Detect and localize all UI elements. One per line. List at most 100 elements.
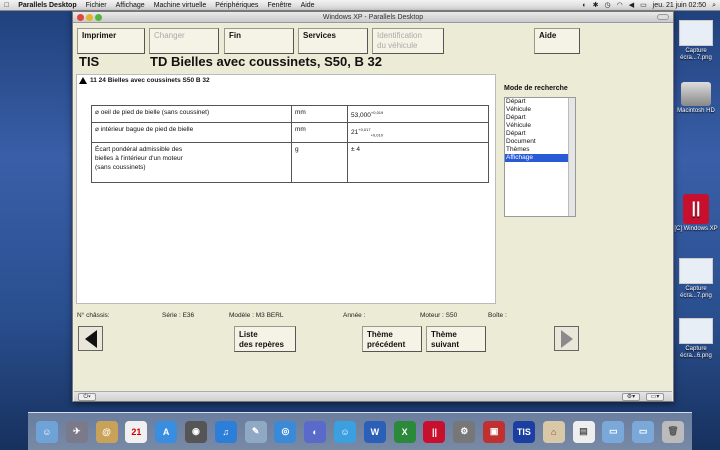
table-row: ⌀ oeil de pied de bielle (sans coussinet… (91, 104, 489, 124)
system-preferences-icon[interactable]: ⚙ (453, 420, 476, 443)
table-row: ⌀ intérieur bague de pied de bielle mm 2… (91, 122, 489, 143)
menu-affichage[interactable]: Affichage (116, 0, 145, 11)
menu-parallels-desktop[interactable]: Parallels Desktop (18, 0, 76, 11)
annee-label: Année : (343, 312, 366, 319)
menu-fenetre[interactable]: Fenêtre (267, 0, 291, 11)
theme-precedent-button[interactable]: Thème précédent (362, 326, 422, 352)
contacts-icon[interactable]: @ (95, 420, 118, 443)
menu-aide[interactable]: Aide (301, 0, 315, 11)
app-store-icon[interactable]: A (155, 420, 178, 443)
timemachine-icon[interactable]: ◷ (605, 0, 611, 11)
desktop-file-icon[interactable]: Capture écra...7.png (672, 258, 720, 300)
bluetooth-icon[interactable]: ✱ (593, 0, 599, 11)
liste-reperes-button[interactable]: Liste des repères (234, 326, 296, 352)
spec-desc-line: (sans coussinets) (95, 163, 146, 171)
messenger-icon[interactable]: ☺ (334, 420, 357, 443)
battery-icon[interactable]: ▭ (640, 0, 647, 11)
suiv-line2: suivant (431, 340, 460, 349)
desktop-icon-label: Capture écra...7.png (680, 48, 712, 61)
document-stack-icon[interactable]: ▤ (572, 420, 595, 443)
macintosh-hd-icon[interactable]: Macintosh HD (672, 82, 720, 115)
search-mode-list[interactable]: Départ Véhicule Départ Véhicule Départ D… (504, 97, 576, 217)
list-item[interactable]: Véhicule (505, 122, 575, 130)
identification-line1: Identification (377, 31, 422, 40)
trash-icon[interactable]: 🗑 (661, 420, 684, 443)
screenshot-thumbnail-icon (679, 20, 713, 46)
menubar-clock[interactable]: jeu. 21 juin 02:50 (653, 0, 706, 11)
moteur-label: Moteur : S50 (420, 312, 458, 319)
desktop-file-icon[interactable]: Capture écra...7.png (672, 20, 720, 62)
spec-unit: g (291, 141, 348, 183)
spec-unit: mm (291, 104, 348, 124)
spec-value: 21+0,017+0,010 (347, 122, 489, 143)
spec-table: ⌀ oeil de pied de bielle (sans coussinet… (91, 104, 489, 183)
config-menu-icon[interactable]: ⚙▾ (622, 393, 640, 401)
serie-label: Série : E36 (162, 312, 195, 319)
itunes-icon[interactable]: ♫ (214, 420, 237, 443)
search-mode-label: Mode de recherche (504, 85, 568, 92)
menu-peripheriques[interactable]: Périphériques (215, 0, 258, 11)
services-button[interactable]: Services (298, 28, 368, 54)
power-menu-icon[interactable]: ⏻▾ (78, 393, 96, 401)
fin-button[interactable]: Fin (224, 28, 294, 54)
desktop-file-icon[interactable]: Capture écra...6.png (672, 318, 720, 360)
downloads-folder-icon[interactable]: ▭ (602, 420, 625, 443)
calendar-icon[interactable]: 21 (125, 420, 148, 443)
imprimer-button[interactable]: Imprimer (77, 28, 145, 54)
changer-button[interactable]: Changer (149, 28, 219, 54)
view-menu-icon[interactable]: ▭▾ (646, 393, 664, 401)
list-item[interactable]: Départ (505, 98, 575, 106)
system-app-icon[interactable]: ◐ (304, 420, 327, 443)
spotlight-icon[interactable]: ⌕ (712, 0, 716, 11)
parallels-status-icon[interactable]: ◐ (582, 0, 586, 11)
apple-menu-icon[interactable]:  (4, 0, 9, 11)
wifi-icon[interactable]: ◠ (617, 0, 623, 11)
vm-dock-icon[interactable]: ▣ (483, 420, 506, 443)
toolbar-toggle-icon[interactable] (657, 14, 669, 20)
hard-drive-icon (681, 82, 711, 106)
volume-icon[interactable]: ◀ (629, 0, 634, 11)
windows-xp-vm-icon[interactable]: || [C] Windows XP (672, 194, 720, 233)
window-titlebar[interactable]: Windows XP - Parallels Desktop (73, 12, 673, 23)
section-heading: 11 24 Bielles avec coussinets S50 B 32 (79, 77, 210, 84)
modele-label: Modèle : M3 BERL (229, 312, 284, 319)
prec-line1: Thème (367, 330, 393, 339)
liste-line2: des repères (239, 340, 284, 349)
aide-button[interactable]: Aide (534, 28, 580, 54)
mac-menubar:  Parallels Desktop Fichier Affichage Ma… (0, 0, 720, 11)
finder-icon[interactable]: ☺ (35, 420, 58, 443)
identification-vehicule-button[interactable]: Identification du véhicule (372, 28, 444, 54)
list-item-selected[interactable]: Affichage (505, 154, 575, 162)
list-item[interactable]: Véhicule (505, 106, 575, 114)
tis-dock-icon[interactable]: TIS (512, 420, 535, 443)
section-heading-text: 11 24 Bielles avec coussinets S50 B 32 (90, 77, 210, 84)
menu-fichier[interactable]: Fichier (86, 0, 107, 11)
list-item[interactable]: Document (505, 138, 575, 146)
preview-icon[interactable]: ✎ (244, 420, 267, 443)
minimize-window-icon[interactable] (86, 14, 93, 21)
prec-line2: précédent (367, 340, 406, 349)
launchpad-icon[interactable]: ✈ (65, 420, 88, 443)
photo-booth-icon[interactable]: ◉ (184, 420, 207, 443)
menu-machine-virtuelle[interactable]: Machine virtuelle (154, 0, 207, 11)
excel-icon[interactable]: X (393, 420, 416, 443)
list-item[interactable]: Départ (505, 130, 575, 138)
word-icon[interactable]: W (363, 420, 386, 443)
parallels-statusbar: ⏻▾ ⚙▾ ▭▾ (74, 391, 672, 401)
vehicle-info-bar: N° châssis: Série : E36 Modèle : M3 BERL… (74, 309, 672, 322)
safari-icon[interactable]: ◎ (274, 420, 297, 443)
list-scrollbar[interactable] (568, 98, 575, 216)
theme-suivant-button[interactable]: Thème suivant (426, 326, 486, 352)
home-folder-icon[interactable]: ⌂ (542, 420, 565, 443)
close-window-icon[interactable] (77, 14, 84, 21)
list-item[interactable]: Thèmes (505, 146, 575, 154)
warning-triangle-icon (79, 77, 87, 84)
parallels-dock-icon[interactable]: || (423, 420, 446, 443)
next-arrow-button[interactable] (554, 326, 579, 351)
list-item[interactable]: Départ (505, 114, 575, 122)
previous-arrow-button[interactable] (78, 326, 103, 351)
spec-description: Écart pondéral admissible des bielles à … (91, 141, 292, 183)
liste-line1: Liste (239, 330, 258, 339)
documents-folder-icon[interactable]: ▭ (632, 420, 655, 443)
zoom-window-icon[interactable] (95, 14, 102, 21)
